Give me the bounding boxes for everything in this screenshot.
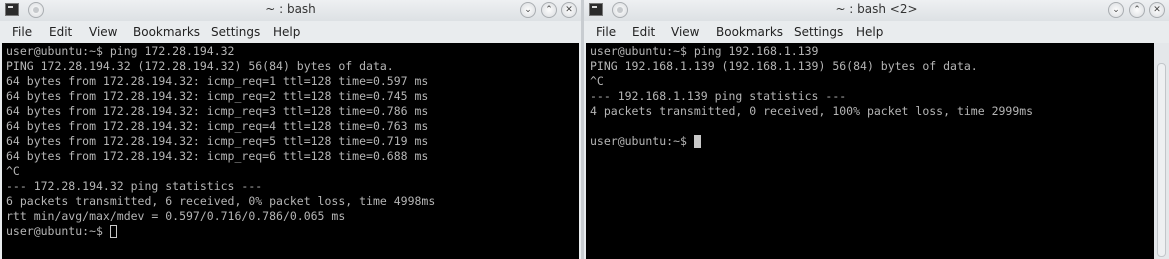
menu-bar: File Edit View Bookmarks Settings Help [0,21,581,43]
terminal-line: PING 172.28.194.32 (172.28.194.32) 56(84… [6,59,394,73]
terminal-line: --- 172.28.194.32 ping statistics --- [6,179,263,193]
terminal-line: 64 bytes from 172.28.194.32: icmp_req=6 … [6,149,429,163]
terminal-line: PING 192.168.1.139 (192.168.1.139) 56(84… [590,59,978,73]
scrollbar-track[interactable] [1157,63,1166,257]
terminal-output[interactable]: user@ubuntu:~$ ping 192.168.1.139 PING 1… [586,43,1154,259]
terminal-window-right: ~ : bash <2> ⌄ ⌃ ✕ File Edit View Bookma… [584,0,1169,259]
menu-bar: File Edit View Bookmarks Settings Help [584,21,1169,43]
terminal-line: 64 bytes from 172.28.194.32: icmp_req=5 … [6,134,429,148]
menu-help[interactable]: Help [856,25,883,39]
terminal-line: --- 192.168.1.139 ping statistics --- [590,89,847,103]
menu-edit[interactable]: Edit [49,25,72,39]
menu-file[interactable]: File [596,25,616,39]
close-icon[interactable]: ✕ [1149,2,1165,18]
terminal-prompt: user@ubuntu:~$ [6,224,110,238]
terminal-output[interactable]: user@ubuntu:~$ ping 172.28.194.32 PING 1… [2,43,579,259]
terminal-cursor [694,135,701,148]
menu-settings[interactable]: Settings [211,25,260,39]
minimize-icon[interactable]: ⌄ [1108,2,1124,18]
terminal-window-left: ~ : bash ⌄ ⌃ ✕ File Edit View Bookmarks … [0,0,581,259]
menu-view[interactable]: View [89,25,117,39]
menu-bookmarks[interactable]: Bookmarks [716,25,783,39]
menu-edit[interactable]: Edit [632,25,655,39]
title-bar[interactable]: ~ : bash <2> ⌄ ⌃ ✕ [584,0,1169,21]
terminal-line: 6 packets transmitted, 6 received, 0% pa… [6,194,436,208]
menu-bookmarks[interactable]: Bookmarks [133,25,200,39]
terminal-line: user@ubuntu:~$ ping 192.168.1.139 [590,44,819,58]
window-title: ~ : bash <2> [835,2,918,16]
terminal-line: 64 bytes from 172.28.194.32: icmp_req=4 … [6,119,429,133]
terminal-line: 64 bytes from 172.28.194.32: icmp_req=3 … [6,104,429,118]
menu-view[interactable]: View [671,25,699,39]
menu-file[interactable]: File [12,25,32,39]
terminal-line: 64 bytes from 172.28.194.32: icmp_req=2 … [6,89,429,103]
maximize-icon[interactable]: ⌃ [541,2,557,18]
maximize-icon[interactable]: ⌃ [1129,2,1145,18]
terminal-line: 4 packets transmitted, 0 received, 100% … [590,104,1034,118]
menu-settings[interactable]: Settings [794,25,843,39]
terminal-line: ^C [590,74,604,88]
terminal-line: 64 bytes from 172.28.194.32: icmp_req=1 … [6,74,429,88]
title-bar[interactable]: ~ : bash ⌄ ⌃ ✕ [0,0,581,21]
terminal-cursor [110,225,117,238]
terminal-line: user@ubuntu:~$ ping 172.28.194.32 [6,44,235,58]
menu-help[interactable]: Help [273,25,300,39]
close-icon[interactable]: ✕ [561,2,577,18]
terminal-line: ^C [6,164,20,178]
window-title: ~ : bash [265,2,316,16]
terminal-line: rtt min/avg/max/mdev = 0.597/0.716/0.786… [6,209,346,223]
scrollbar[interactable] [1154,43,1169,259]
terminal-prompt: user@ubuntu:~$ [590,134,694,148]
minimize-icon[interactable]: ⌄ [520,2,536,18]
